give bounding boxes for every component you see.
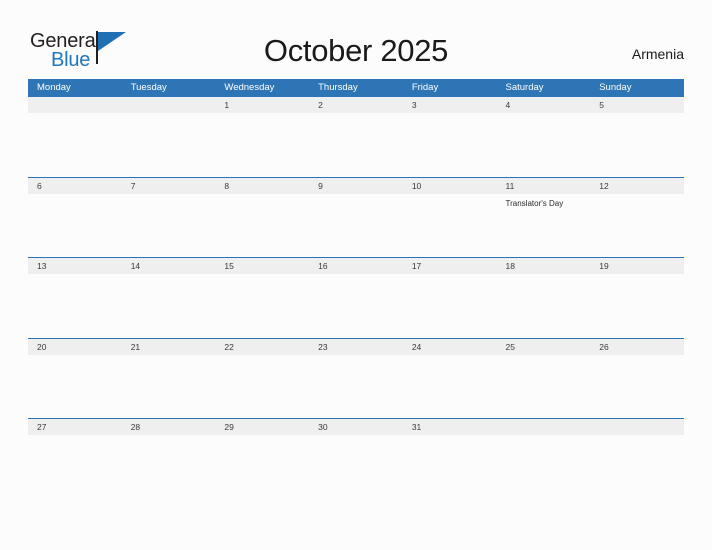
day-cell[interactable]	[28, 113, 122, 177]
calendar-grid: Monday Tuesday Wednesday Thursday Friday…	[28, 79, 684, 499]
date-number[interactable]: 15	[215, 258, 309, 274]
date-number[interactable]: 24	[403, 339, 497, 355]
date-number[interactable]: 29	[215, 419, 309, 435]
date-number[interactable]: 31	[403, 419, 497, 435]
week-row: 1 2 3 4 5	[28, 96, 684, 177]
day-cell[interactable]	[403, 435, 497, 499]
day-cell[interactable]	[590, 435, 684, 499]
day-cell[interactable]	[122, 274, 216, 338]
date-number[interactable]: 9	[309, 178, 403, 194]
day-cell[interactable]	[28, 194, 122, 258]
date-number[interactable]	[122, 97, 216, 113]
week-row: 13 14 15 16 17 18 19	[28, 257, 684, 338]
date-number[interactable]: 14	[122, 258, 216, 274]
region-label: Armenia	[631, 46, 684, 62]
date-number[interactable]: 12	[590, 178, 684, 194]
day-cell[interactable]	[497, 274, 591, 338]
date-number[interactable]: 13	[28, 258, 122, 274]
date-number-band: 6 7 8 9 10 11 12	[28, 177, 684, 194]
event-band	[28, 435, 684, 499]
day-cell[interactable]	[403, 274, 497, 338]
date-number[interactable]: 3	[403, 97, 497, 113]
weekday-header-row: Monday Tuesday Wednesday Thursday Friday…	[28, 79, 684, 96]
day-cell[interactable]	[403, 355, 497, 419]
date-number[interactable]: 8	[215, 178, 309, 194]
event-band	[28, 113, 684, 177]
day-cell[interactable]	[497, 355, 591, 419]
day-cell[interactable]	[28, 355, 122, 419]
calendar-page: General Blue October 2025 Armenia Monday…	[0, 0, 712, 550]
day-cell[interactable]	[309, 435, 403, 499]
day-cell-holiday[interactable]: Translator's Day	[497, 194, 591, 258]
day-cell[interactable]	[122, 113, 216, 177]
weekday-header-thursday: Thursday	[318, 82, 358, 93]
day-cell[interactable]	[215, 113, 309, 177]
day-cell[interactable]	[497, 113, 591, 177]
date-number-band: 27 28 29 30 31	[28, 419, 684, 436]
date-number[interactable]: 10	[403, 178, 497, 194]
date-number-band: 1 2 3 4 5	[28, 97, 684, 113]
date-number[interactable]: 25	[497, 339, 591, 355]
day-cell[interactable]	[122, 355, 216, 419]
page-header: General Blue October 2025 Armenia	[0, 0, 712, 79]
week-row: 20 21 22 23 24 25 26	[28, 337, 684, 419]
weekday-header-wednesday: Wednesday	[224, 82, 275, 93]
date-number[interactable]: 16	[309, 258, 403, 274]
event-band: Translator's Day	[28, 194, 684, 258]
date-number[interactable]: 21	[122, 339, 216, 355]
date-number[interactable]: 6	[28, 178, 122, 194]
date-number[interactable]: 17	[403, 258, 497, 274]
day-cell[interactable]	[215, 435, 309, 499]
week-row: 6 7 8 9 10 11 12 Translator's Day	[28, 176, 684, 258]
day-cell[interactable]	[590, 274, 684, 338]
holiday-text: Translator's Day	[505, 198, 564, 208]
date-number[interactable]: 26	[590, 339, 684, 355]
event-band	[28, 355, 684, 419]
date-number[interactable]: 1	[215, 97, 309, 113]
weekday-header-friday: Friday	[411, 82, 439, 93]
day-cell[interactable]	[215, 355, 309, 419]
day-cell[interactable]	[215, 274, 309, 338]
date-number[interactable]: 11	[497, 178, 591, 194]
day-cell[interactable]	[28, 435, 122, 499]
date-number[interactable]: 30	[309, 419, 403, 435]
event-band	[28, 274, 684, 338]
day-cell[interactable]	[403, 194, 497, 258]
date-number[interactable]: 5	[590, 97, 684, 113]
date-number-band: 13 14 15 16 17 18 19	[28, 258, 684, 275]
date-number[interactable]	[28, 97, 122, 113]
date-number[interactable]: 4	[497, 97, 591, 113]
weekday-header-monday: Monday	[37, 82, 71, 93]
date-number[interactable]: 2	[309, 97, 403, 113]
day-cell[interactable]	[215, 194, 309, 258]
day-cell[interactable]	[590, 113, 684, 177]
date-number[interactable]: 7	[122, 178, 216, 194]
date-number[interactable]	[497, 419, 591, 435]
day-cell[interactable]	[309, 355, 403, 419]
weekday-header-saturday: Saturday	[505, 82, 544, 93]
day-cell[interactable]	[590, 355, 684, 419]
weekday-header-tuesday: Tuesday	[130, 82, 167, 93]
date-number[interactable]: 18	[497, 258, 591, 274]
day-cell[interactable]	[122, 435, 216, 499]
day-cell[interactable]	[309, 113, 403, 177]
date-number[interactable]: 27	[28, 419, 122, 435]
week-row: 27 28 29 30 31	[28, 418, 684, 499]
day-cell[interactable]	[590, 194, 684, 258]
date-number[interactable]	[590, 419, 684, 435]
date-number-band: 20 21 22 23 24 25 26	[28, 338, 684, 355]
date-number[interactable]: 28	[122, 419, 216, 435]
day-cell[interactable]	[28, 274, 122, 338]
date-number[interactable]: 19	[590, 258, 684, 274]
day-cell[interactable]	[497, 435, 591, 499]
page-title: October 2025	[263, 33, 449, 68]
day-cell[interactable]	[403, 113, 497, 177]
date-number[interactable]: 23	[309, 339, 403, 355]
date-number[interactable]: 20	[28, 339, 122, 355]
weekday-header-sunday: Sunday	[599, 82, 632, 93]
day-cell[interactable]	[309, 274, 403, 338]
day-cell[interactable]	[309, 194, 403, 258]
date-number[interactable]: 22	[215, 339, 309, 355]
day-cell[interactable]	[122, 194, 216, 258]
